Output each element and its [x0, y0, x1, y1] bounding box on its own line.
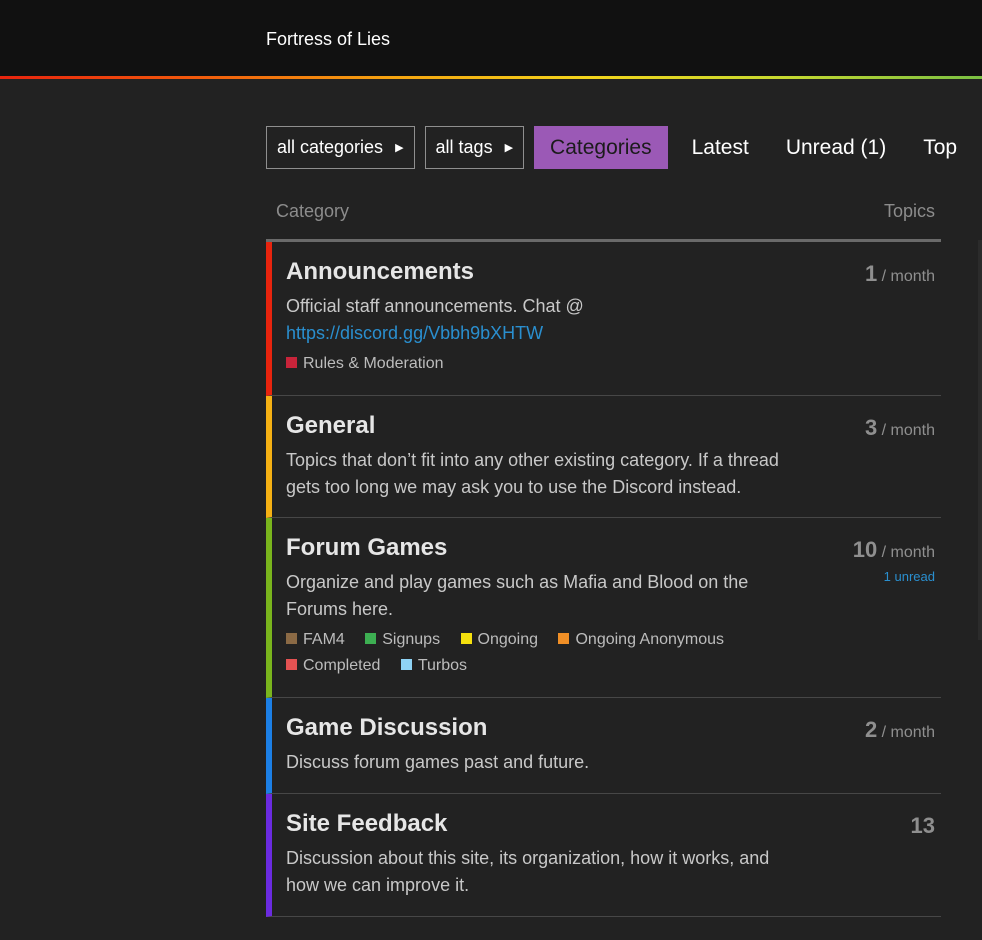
subcategory-list: FAM4 Signups Ongoing Ongoing Anonymous C…	[286, 627, 806, 679]
all-tags-label: all tags	[435, 137, 493, 157]
category-color-swatch	[400, 659, 412, 670]
discord-link[interactable]: https://discord.gg/Vbbh9bXHTW	[286, 323, 543, 343]
subcategory-label: Signups	[382, 631, 441, 648]
subcategory-label: Turbos	[417, 657, 468, 674]
topic-period: / month	[881, 724, 935, 741]
header-rainbow-bar	[0, 76, 982, 79]
all-categories-label: all categories	[277, 137, 384, 157]
topic-count: 1	[864, 261, 878, 286]
subcategory-fam4[interactable]: FAM4	[286, 627, 345, 653]
subcategory-ongoing[interactable]: Ongoing	[460, 627, 539, 653]
category-description: Organize and play games such as Mafia an…	[286, 572, 749, 619]
navigation-bar: all categories ▶ all tags ▶ Categories L…	[266, 126, 973, 169]
category-name-announcements[interactable]: Announcements	[286, 257, 941, 287]
subcategory-ongoing-anonymous[interactable]: Ongoing Anonymous	[558, 627, 724, 653]
topic-stats: 3 / month	[865, 415, 935, 441]
topic-stats: 13	[911, 813, 935, 839]
description-text: Official staff announcements. Chat @	[286, 296, 584, 316]
subcategory-list: Rules & Moderation	[286, 351, 806, 377]
tab-unread[interactable]: Unread (1)	[765, 126, 907, 169]
caret-right-icon: ▶	[504, 142, 514, 154]
category-color-swatch	[286, 633, 297, 644]
tab-latest[interactable]: Latest	[676, 126, 765, 169]
unread-count-link[interactable]: 1 unread	[853, 569, 935, 584]
category-name-forum-games[interactable]: Forum Games	[286, 533, 941, 563]
category-row-forum-games: Forum Games Organize and play games such…	[266, 518, 941, 698]
scrollbar-track[interactable]	[978, 240, 982, 640]
topic-stats: 1 / month	[865, 261, 935, 287]
subcategory-label: Rules & Moderation	[303, 355, 444, 372]
category-color-swatch	[365, 633, 377, 644]
all-categories-dropdown[interactable]: all categories ▶	[266, 126, 415, 169]
topic-count: 3	[864, 415, 878, 440]
category-color-swatch	[460, 633, 472, 644]
subcategory-completed[interactable]: Completed	[286, 653, 380, 679]
topic-count: 13	[910, 813, 935, 838]
caret-right-icon: ▶	[395, 142, 404, 154]
topic-count: 10	[852, 537, 878, 562]
subcategory-rules-moderation[interactable]: Rules & Moderation	[286, 351, 444, 377]
category-description: Official staff announcements. Chat @ htt…	[286, 293, 806, 346]
category-row-announcements: Announcements Official staff announcemen…	[266, 242, 941, 396]
site-title[interactable]: Fortress of Lies	[266, 29, 390, 50]
column-header-topics: Topics	[883, 201, 935, 221]
subcategory-signups[interactable]: Signups	[365, 627, 440, 653]
category-list: Announcements Official staff announcemen…	[266, 242, 941, 917]
subcategory-label: FAM4	[303, 631, 345, 648]
category-description: Topics that don’t fit into any other exi…	[286, 450, 779, 497]
site-header: Fortress of Lies	[0, 0, 982, 76]
category-name-game-discussion[interactable]: Game Discussion	[286, 713, 941, 743]
category-name-general[interactable]: General	[286, 411, 941, 441]
topic-period: / month	[881, 422, 935, 439]
category-name-site-feedback[interactable]: Site Feedback	[286, 809, 941, 839]
category-color-swatch	[286, 659, 297, 670]
subcategory-label: Ongoing Anonymous	[575, 631, 725, 648]
topic-period: / month	[881, 268, 935, 285]
category-description: Discussion about this site, its organiza…	[286, 848, 770, 895]
category-color-swatch	[286, 357, 297, 368]
category-row-general: General Topics that don’t fit into any o…	[266, 396, 941, 518]
category-color-swatch	[558, 633, 570, 644]
tab-top[interactable]: Top	[907, 126, 973, 169]
category-row-game-discussion: Game Discussion Discuss forum games past…	[266, 698, 941, 794]
topic-stats: 2 / month	[865, 717, 935, 743]
topic-count: 2	[864, 717, 878, 742]
category-row-site-feedback: Site Feedback Discussion about this site…	[266, 794, 941, 917]
subcategory-turbos[interactable]: Turbos	[400, 653, 468, 679]
subcategory-label: Ongoing	[477, 631, 539, 648]
all-tags-dropdown[interactable]: all tags ▶	[424, 126, 525, 169]
topic-stats: 10 / month 1 unread	[853, 537, 935, 584]
topic-period: / month	[881, 544, 935, 561]
tab-categories[interactable]: Categories	[534, 126, 668, 169]
column-header-category: Category	[276, 201, 350, 221]
subcategory-label: Completed	[303, 657, 381, 674]
category-description: Discuss forum games past and future.	[286, 752, 590, 772]
